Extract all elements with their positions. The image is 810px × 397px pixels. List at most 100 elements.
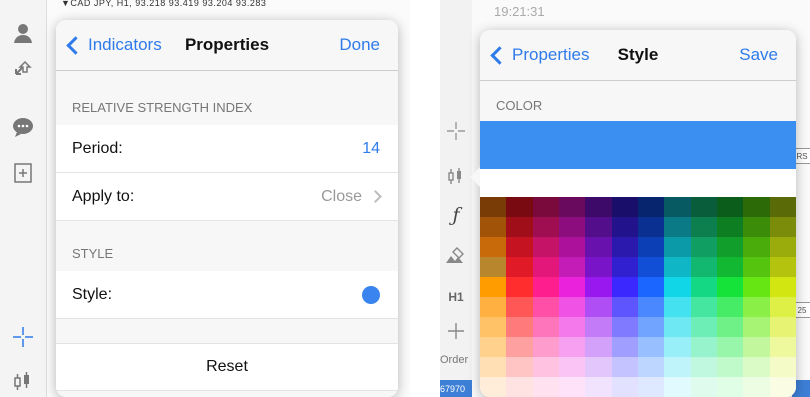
chat-icon[interactable]: [8, 112, 38, 142]
color-swatch[interactable]: [638, 197, 665, 217]
color-swatch[interactable]: [611, 317, 638, 337]
color-swatch[interactable]: [743, 337, 770, 357]
color-swatch[interactable]: [717, 377, 744, 397]
color-swatch[interactable]: [743, 297, 770, 317]
color-swatch[interactable]: [506, 217, 533, 237]
color-swatch[interactable]: [743, 377, 770, 397]
color-swatch[interactable]: [664, 357, 691, 377]
color-swatch[interactable]: [638, 297, 665, 317]
color-swatch[interactable]: [743, 317, 770, 337]
color-swatch[interactable]: [664, 317, 691, 337]
color-swatch[interactable]: [506, 257, 533, 277]
color-swatch[interactable]: [717, 297, 744, 317]
color-swatch[interactable]: [480, 377, 507, 397]
color-swatch[interactable]: [611, 337, 638, 357]
color-swatch[interactable]: [559, 237, 586, 257]
color-swatch[interactable]: [743, 237, 770, 257]
color-swatch[interactable]: [532, 237, 559, 257]
color-swatch[interactable]: [717, 217, 744, 237]
apply-to-row[interactable]: Apply to: Close: [56, 173, 398, 221]
color-swatch[interactable]: [638, 237, 665, 257]
color-swatch[interactable]: [664, 377, 691, 397]
color-swatch[interactable]: [480, 257, 507, 277]
color-swatch[interactable]: [585, 237, 612, 257]
color-swatch[interactable]: [717, 317, 744, 337]
color-swatch[interactable]: [664, 297, 691, 317]
color-swatch[interactable]: [690, 217, 717, 237]
color-swatch[interactable]: [532, 297, 559, 317]
color-swatch[interactable]: [769, 297, 796, 317]
color-swatch[interactable]: [638, 277, 665, 297]
color-swatch[interactable]: [585, 297, 612, 317]
color-swatch[interactable]: [585, 317, 612, 337]
color-swatch[interactable]: [611, 357, 638, 377]
reset-button[interactable]: Reset: [56, 343, 398, 391]
save-button[interactable]: Save: [739, 30, 778, 80]
style-row[interactable]: Style:: [56, 271, 398, 319]
color-swatch[interactable]: [585, 357, 612, 377]
color-swatch[interactable]: [506, 357, 533, 377]
order-label[interactable]: Order: [440, 354, 468, 366]
color-swatch[interactable]: [690, 197, 717, 217]
color-swatch[interactable]: [506, 197, 533, 217]
color-swatch[interactable]: [559, 277, 586, 297]
color-swatch[interactable]: [638, 377, 665, 397]
color-swatch[interactable]: [480, 357, 507, 377]
color-swatch[interactable]: [532, 377, 559, 397]
color-swatch[interactable]: [611, 237, 638, 257]
color-swatch[interactable]: [664, 337, 691, 357]
color-swatch[interactable]: [769, 237, 796, 257]
color-swatch[interactable]: [480, 237, 507, 257]
color-swatch[interactable]: [638, 337, 665, 357]
color-swatch[interactable]: [532, 337, 559, 357]
color-swatch[interactable]: [664, 277, 691, 297]
color-swatch[interactable]: [690, 357, 717, 377]
color-swatch[interactable]: [611, 297, 638, 317]
color-swatch[interactable]: [664, 217, 691, 237]
color-swatch[interactable]: [559, 257, 586, 277]
color-swatch[interactable]: [769, 357, 796, 377]
color-swatch[interactable]: [611, 277, 638, 297]
color-swatch[interactable]: [690, 237, 717, 257]
color-swatch[interactable]: [506, 277, 533, 297]
color-swatch[interactable]: [690, 277, 717, 297]
color-swatch[interactable]: [506, 297, 533, 317]
color-swatch[interactable]: [480, 297, 507, 317]
indicators-icon[interactable]: [443, 163, 469, 189]
color-swatch[interactable]: [717, 197, 744, 217]
color-swatch[interactable]: [638, 257, 665, 277]
color-swatch[interactable]: [743, 217, 770, 237]
color-swatch[interactable]: [480, 337, 507, 357]
plus-icon[interactable]: [443, 318, 469, 344]
color-swatch[interactable]: [690, 297, 717, 317]
color-swatch[interactable]: [506, 337, 533, 357]
color-swatch[interactable]: [559, 337, 586, 357]
color-swatch[interactable]: [532, 277, 559, 297]
color-swatch[interactable]: [506, 317, 533, 337]
color-swatch[interactable]: [638, 217, 665, 237]
color-swatch[interactable]: [559, 197, 586, 217]
color-swatch[interactable]: [638, 357, 665, 377]
color-swatch[interactable]: [611, 377, 638, 397]
crosshair-icon[interactable]: [443, 118, 469, 144]
color-swatch[interactable]: [611, 257, 638, 277]
objects-icon[interactable]: [443, 244, 469, 270]
color-swatch[interactable]: [480, 217, 507, 237]
color-swatch[interactable]: [664, 237, 691, 257]
color-swatch[interactable]: [559, 377, 586, 397]
color-swatch[interactable]: [480, 197, 507, 217]
period-row[interactable]: Period: 14: [56, 125, 398, 173]
color-swatch[interactable]: [585, 377, 612, 397]
color-swatch[interactable]: [743, 357, 770, 377]
color-swatch[interactable]: [769, 377, 796, 397]
color-swatch[interactable]: [743, 197, 770, 217]
color-swatch[interactable]: [638, 317, 665, 337]
color-swatch[interactable]: [769, 197, 796, 217]
color-swatch[interactable]: [532, 197, 559, 217]
color-swatch[interactable]: [506, 237, 533, 257]
color-swatch[interactable]: [717, 277, 744, 297]
color-swatch[interactable]: [532, 357, 559, 377]
color-swatch[interactable]: [532, 257, 559, 277]
color-swatch[interactable]: [769, 217, 796, 237]
color-swatch[interactable]: [717, 357, 744, 377]
